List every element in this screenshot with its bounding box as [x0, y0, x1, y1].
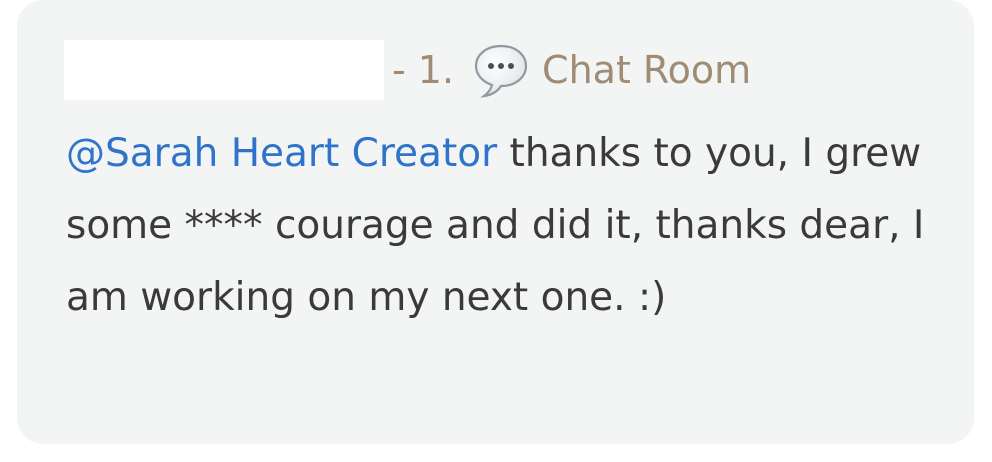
comment-header: - 1. Chat Room: [64, 40, 751, 100]
user-mention-link[interactable]: @Sarah Heart Creator: [66, 131, 497, 176]
redacted-username: [64, 40, 384, 100]
comment-number: - 1.: [392, 48, 455, 92]
comment-meta: - 1. Chat Room: [392, 42, 751, 98]
chat-room-link[interactable]: Chat Room: [542, 48, 751, 92]
comment-body: @Sarah Heart Creator thanks to you, I gr…: [66, 118, 926, 334]
speech-bubble-icon: [472, 42, 530, 98]
